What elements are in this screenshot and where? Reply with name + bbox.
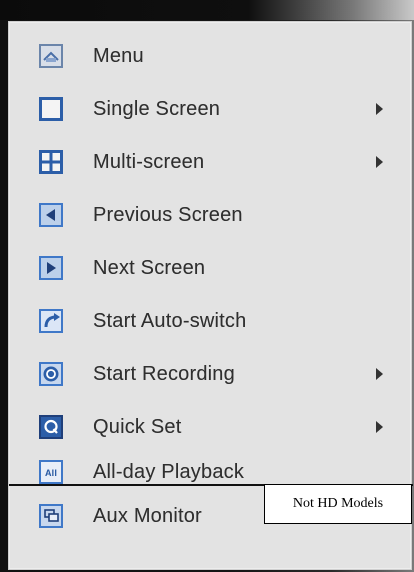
submenu-arrow-icon [376,156,383,168]
single-screen-icon [39,97,63,121]
live-view-strip [0,0,414,20]
menu-item-next-screen[interactable]: Next Screen [9,242,413,294]
menu-item-menu[interactable]: Menu [9,30,413,82]
note-text: Not HD Models [292,496,384,511]
auto-switch-icon [39,309,63,333]
menu-item-start-recording[interactable]: Start Recording [9,348,413,400]
menu-item-quick-set[interactable]: Quick Set [9,401,413,453]
menu-item-label: Single Screen [93,97,221,120]
menu-item-previous-screen[interactable]: Previous Screen [9,189,413,241]
menu-item-label: Start Recording [93,362,235,385]
submenu-arrow-icon [376,421,383,433]
menu-item-single-screen[interactable]: Single Screen [9,83,413,135]
all-day-playback-icon: All [39,460,63,484]
submenu-arrow-icon [376,368,383,380]
next-screen-icon [39,256,63,280]
menu-item-label: Next Screen [93,256,206,279]
menu-item-label: Aux Monitor [93,504,202,527]
svg-text:All: All [45,468,57,478]
menu-item-label: Menu [93,44,144,67]
quick-set-icon [39,415,63,439]
menu-item-label: Start Auto-switch [93,309,247,332]
menu-item-label: All-day Playback [93,460,245,483]
menu-icon [39,44,63,68]
menu-item-multi-screen[interactable]: Multi-screen [9,136,413,188]
previous-screen-icon [39,203,63,227]
menu-item-all-day-playback[interactable]: All All-day Playback [9,454,413,484]
recording-icon [39,362,63,386]
screen-background: Menu Single Screen Multi-screen Previous… [0,0,414,572]
aux-monitor-icon [39,504,63,528]
multi-screen-icon [39,150,63,174]
submenu-arrow-icon [376,103,383,115]
menu-item-label: Quick Set [93,415,182,438]
menu-item-label: Multi-screen [93,150,205,173]
menu-item-start-auto-switch[interactable]: Start Auto-switch [9,295,413,347]
hd-models-note: Not HD Models [264,484,412,524]
menu-item-label: Previous Screen [93,203,243,226]
